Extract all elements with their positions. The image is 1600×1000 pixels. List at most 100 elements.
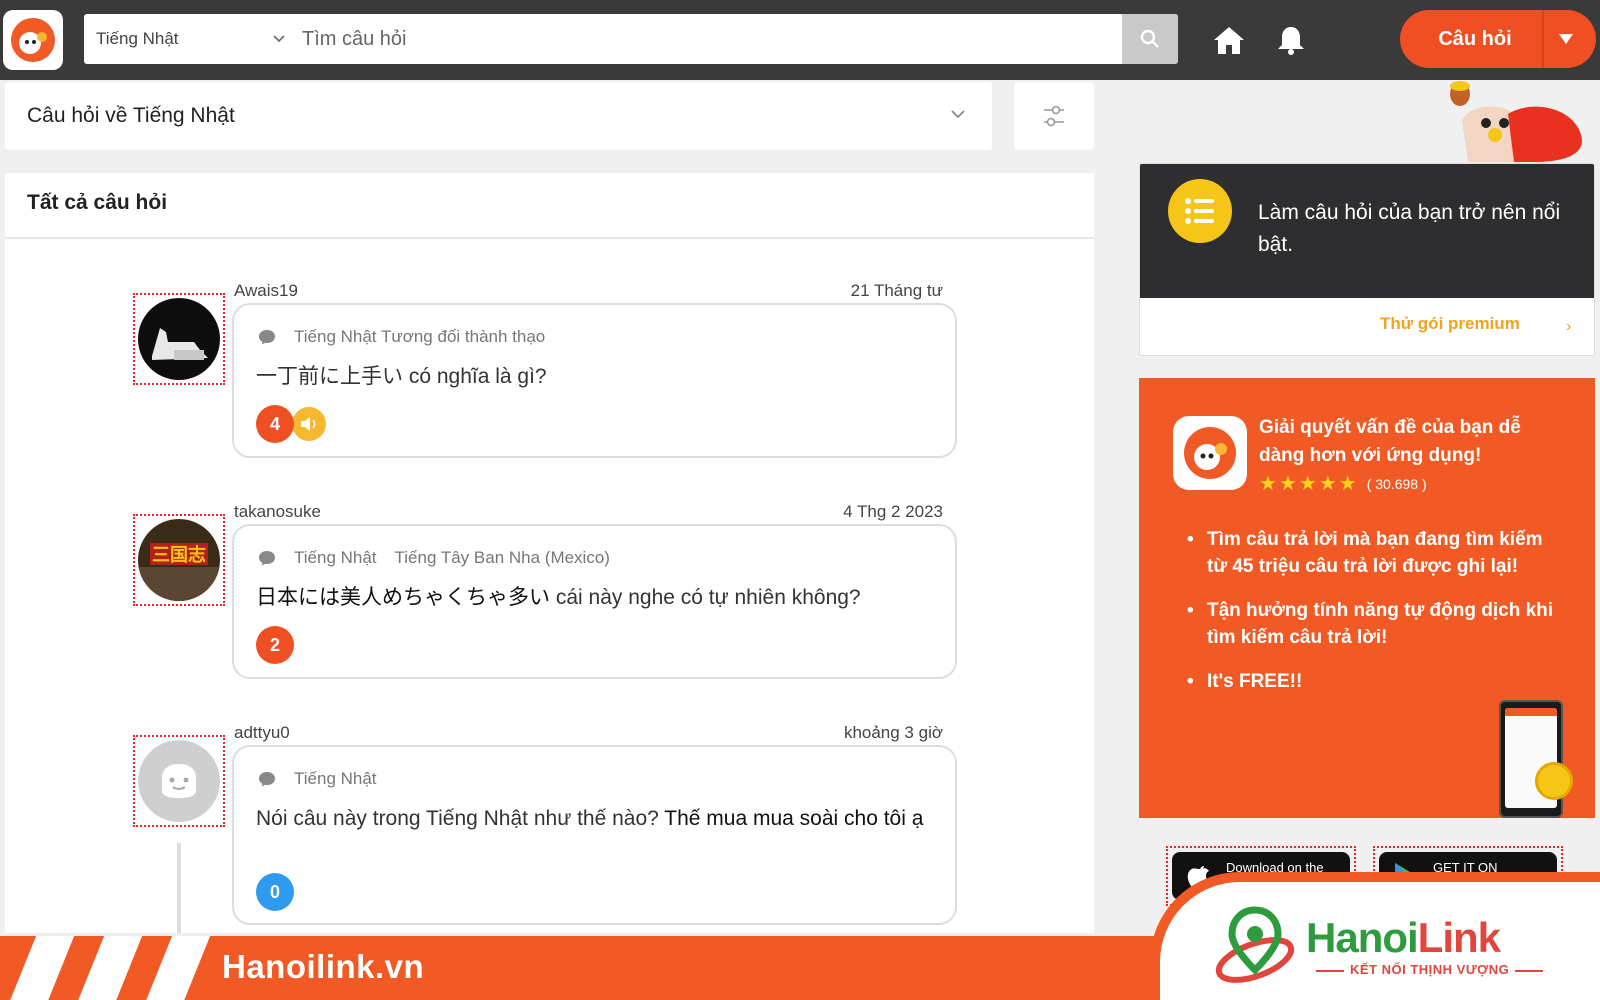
search-input[interactable] <box>302 24 1162 54</box>
chevron-down-icon <box>951 110 965 119</box>
hinative-logo[interactable] <box>3 10 63 70</box>
app-feature-item: It's FREE!! <box>1187 668 1567 695</box>
avatar-frame[interactable] <box>133 735 225 827</box>
question-card[interactable]: Tiếng Nhật Tiếng Tây Ban Nha (Mexico) 日本… <box>232 524 957 679</box>
app-icon[interactable] <box>1173 416 1247 490</box>
list-icon-circle <box>1168 179 1232 243</box>
thread-line <box>177 843 181 933</box>
question-item[interactable]: Awais19 21 Tháng tư Tiếng Nhật Tương đối… <box>5 281 1094 493</box>
answer-count-badge: 4 <box>256 405 294 443</box>
top-navigation-bar: Tiếng Nhật Câu hỏi <box>0 0 1600 80</box>
language-selector[interactable]: Tiếng Nhật <box>96 14 179 64</box>
question-text-japanese: 一丁前に上手い <box>256 365 403 388</box>
premium-banner: Làm câu hỏi của bạn trở nên nổi bật. <box>1140 164 1594 298</box>
question-text: Nói câu này trong Tiếng Nhật như thế nào… <box>256 805 936 833</box>
brand-tagline: KẾT NỐI THỊNH VƯỢNG <box>1310 962 1549 977</box>
logo-mascot-icon <box>11 18 55 62</box>
phone-screen-header <box>1505 708 1557 716</box>
question-text: 日本には美人めちゃくちゃ多い cái này nghe có tự nhiên … <box>256 584 936 612</box>
topic-filter-label: Câu hỏi về Tiếng Nhật <box>27 104 235 127</box>
app-card-title: Giải quyết vấn đề của bạn dễ dàng hơn vớ… <box>1259 417 1521 466</box>
bell-icon <box>1278 27 1304 55</box>
audio-badge[interactable] <box>290 405 328 443</box>
question-tags: Tiếng Nhật Tiếng Tây Ban Nha (Mexico) <box>258 548 610 568</box>
avatar-frame[interactable] <box>133 293 225 385</box>
phone-illustration <box>1499 700 1563 818</box>
svg-text:三国志: 三国志 <box>152 544 206 566</box>
search-icon <box>1140 29 1159 48</box>
speaker-icon <box>301 417 316 431</box>
notifications-button[interactable] <box>1271 20 1311 60</box>
answer-count-badge: 0 <box>256 873 294 911</box>
filter-settings-button[interactable] <box>1014 82 1094 150</box>
brand-name-part1: Hanoi <box>1306 914 1419 961</box>
app-feature-list: Tìm câu trả lời mà bạn đang tìm kiếm từ … <box>1187 526 1567 712</box>
question-username[interactable]: adttyu0 <box>234 723 290 743</box>
brand-name-part2: Link <box>1417 914 1501 961</box>
avatar-frame[interactable]: 三国志 <box>133 514 225 606</box>
question-card[interactable]: Tiếng Nhật Nói câu này trong Tiếng Nhật … <box>232 745 957 925</box>
rating-count: ( 30.698 ) <box>1366 476 1427 492</box>
rating-stars: ★ ★ ★ ★ ★ ( 30.698 ) <box>1259 474 1427 494</box>
brand-name: HanoiLink <box>1306 914 1501 962</box>
premium-promo-text: Làm câu hỏi của bạn trở nên nổi bật. <box>1258 201 1561 256</box>
question-item[interactable]: 三国志 takanosuke 4 Thg 2 2023 Tiếng Nhật T… <box>5 502 1094 714</box>
app-feature-item: Tận hưởng tính năng tự động dịch khi tìm… <box>1187 597 1567 651</box>
question-date: 4 Thg 2 2023 <box>843 502 943 521</box>
search-bar: Tiếng Nhật <box>84 14 1178 64</box>
home-button[interactable] <box>1209 20 1249 60</box>
question-username[interactable]: takanosuke <box>234 502 321 522</box>
speech-bubble-icon <box>259 330 275 345</box>
answer-count-badge: 2 <box>256 626 294 664</box>
mascot-illustration <box>1450 81 1582 162</box>
chevron-right-icon[interactable]: › <box>1566 318 1571 336</box>
coin-icon <box>1535 762 1573 800</box>
question-text-quote: Thế mua mua soài cho tôi ạ <box>664 807 924 830</box>
avatar: 三国志 <box>138 519 220 601</box>
question-feed: Tất cả câu hỏi Awais19 21 Tháng tư Tiếng… <box>5 173 1094 933</box>
ask-button-divider <box>1542 10 1544 68</box>
caret-down-icon[interactable] <box>1558 32 1574 46</box>
try-premium-link[interactable]: Thử gói premium <box>1380 314 1520 334</box>
star-icon: ★ <box>1318 473 1337 495</box>
question-text: 一丁前に上手い có nghĩa là gì? <box>256 363 936 391</box>
banner-site-name: Hanoilink.vn <box>222 948 425 985</box>
feed-divider <box>5 237 1094 239</box>
language-tag: Tiếng Nhật <box>294 548 377 567</box>
speech-bubble-icon <box>259 772 275 787</box>
search-button[interactable] <box>1122 14 1178 64</box>
sliders-icon <box>1044 105 1064 127</box>
language-tag: Tiếng Tây Ban Nha (Mexico) <box>394 548 610 567</box>
language-tag: Tiếng Nhật <box>294 769 377 788</box>
star-icon: ★ <box>1259 473 1277 495</box>
ask-question-label: Câu hỏi <box>1438 28 1512 50</box>
language-tag: Tiếng Nhật Tương đối thành thạo <box>294 327 546 346</box>
premium-promo-card[interactable]: Làm câu hỏi của bạn trở nên nổi bật. Thử… <box>1139 163 1595 356</box>
hanoilink-logo-icon <box>1215 906 1295 983</box>
avatar <box>138 298 220 380</box>
chevron-down-icon[interactable] <box>272 31 286 45</box>
question-username[interactable]: Awais19 <box>234 281 298 301</box>
star-icon: ★ <box>1298 473 1317 495</box>
app-feature-item: Tìm câu trả lời mà bạn đang tìm kiếm từ … <box>1187 526 1567 580</box>
question-item[interactable]: adttyu0 khoảng 3 giờ Tiếng Nhật Nói câu … <box>5 723 1094 935</box>
question-date: khoảng 3 giờ <box>843 723 943 742</box>
question-text-vietnamese: có nghĩa là gì? <box>403 365 547 388</box>
banner-stripe <box>3 936 79 1000</box>
avatar <box>138 740 220 822</box>
question-text-vietnamese: cái này nghe có tự nhiên không? <box>550 586 861 609</box>
default-avatar-icon <box>138 740 220 822</box>
question-text-japanese: 日本には美人めちゃくちゃ多い <box>256 586 550 609</box>
home-icon <box>1214 27 1244 54</box>
app-mascot-icon <box>1184 427 1236 479</box>
star-icon: ★ <box>1278 473 1297 495</box>
feed-title: Tất cả câu hỏi <box>27 191 168 214</box>
question-date: 21 Tháng tư <box>850 281 943 300</box>
topic-filter-dropdown[interactable]: Câu hỏi về Tiếng Nhật <box>5 82 992 150</box>
ask-question-button[interactable]: Câu hỏi <box>1400 10 1596 68</box>
star-half-icon: ★ <box>1338 473 1357 495</box>
question-tags: Tiếng Nhật Tương đối thành thạo <box>258 327 545 347</box>
question-text-prefix: Nói câu này trong Tiếng Nhật như thế nào… <box>256 807 665 830</box>
question-tags: Tiếng Nhật <box>258 769 377 789</box>
question-card[interactable]: Tiếng Nhật Tương đối thành thạo 一丁前に上手い … <box>232 303 957 458</box>
